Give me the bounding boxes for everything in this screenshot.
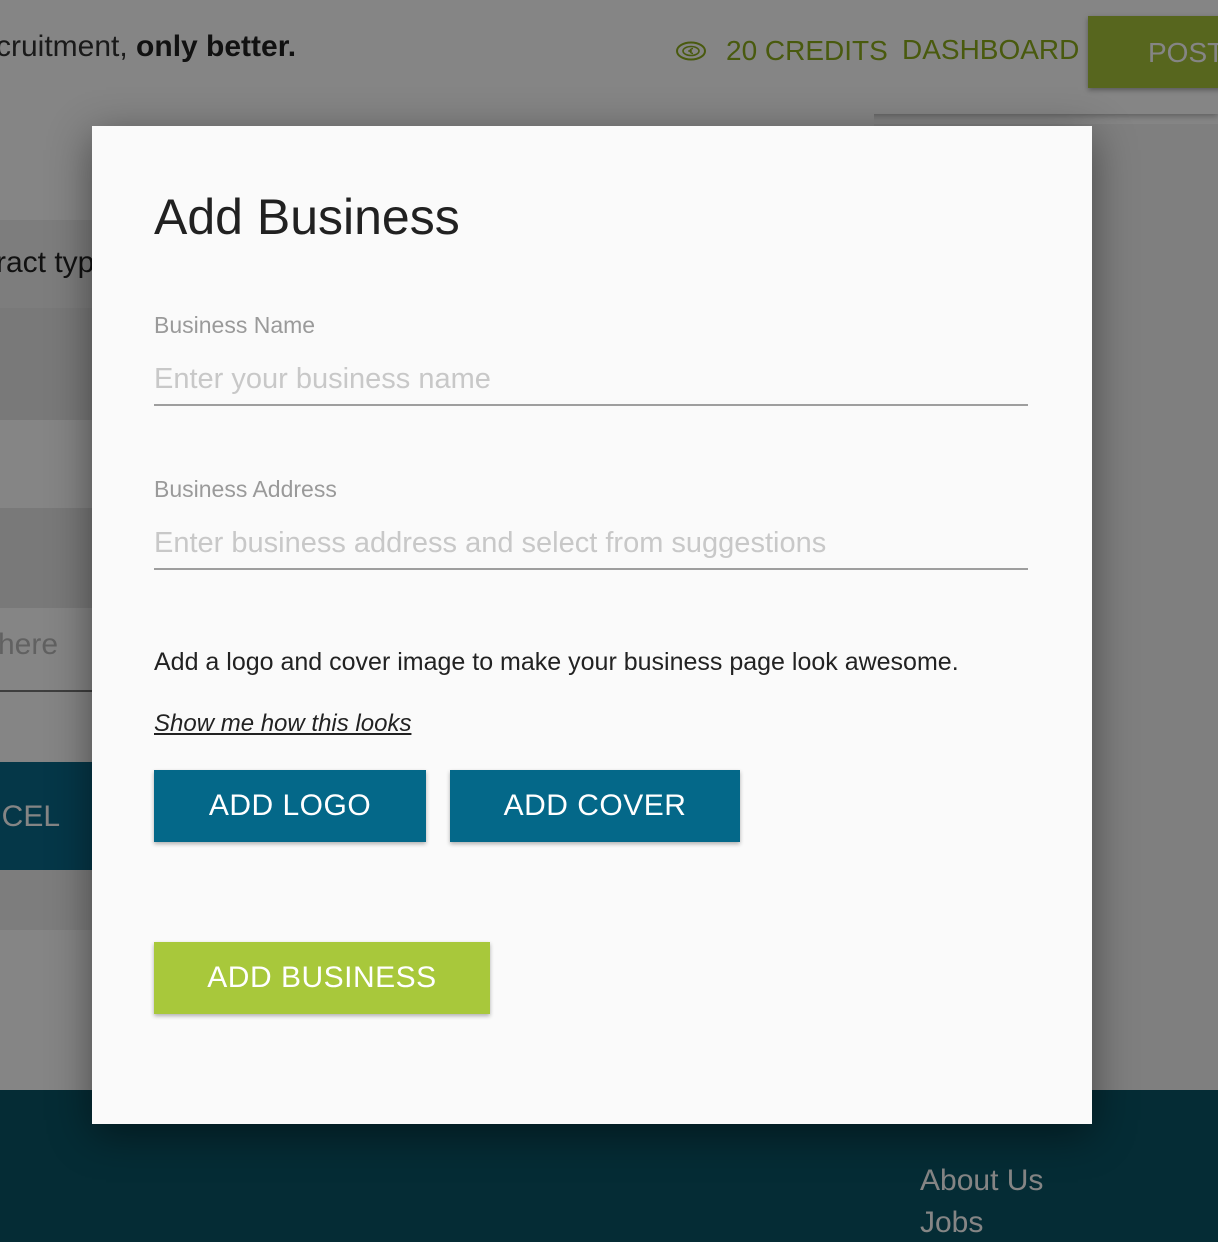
- image-hint-text: Add a logo and cover image to make your …: [154, 648, 959, 676]
- add-logo-button[interactable]: ADD LOGO: [154, 770, 426, 842]
- business-name-input[interactable]: [154, 354, 1028, 406]
- business-address-input[interactable]: [154, 518, 1028, 570]
- business-address-label: Business Address: [154, 476, 337, 502]
- add-business-dialog: Add Business Business Name Business Addr…: [92, 126, 1092, 1124]
- business-name-label: Business Name: [154, 312, 316, 338]
- dialog-title: Add Business: [154, 189, 460, 245]
- add-business-button[interactable]: ADD BUSINESS: [154, 942, 490, 1014]
- show-preview-link[interactable]: Show me how this looks: [154, 710, 411, 738]
- add-cover-button[interactable]: ADD COVER: [450, 770, 740, 842]
